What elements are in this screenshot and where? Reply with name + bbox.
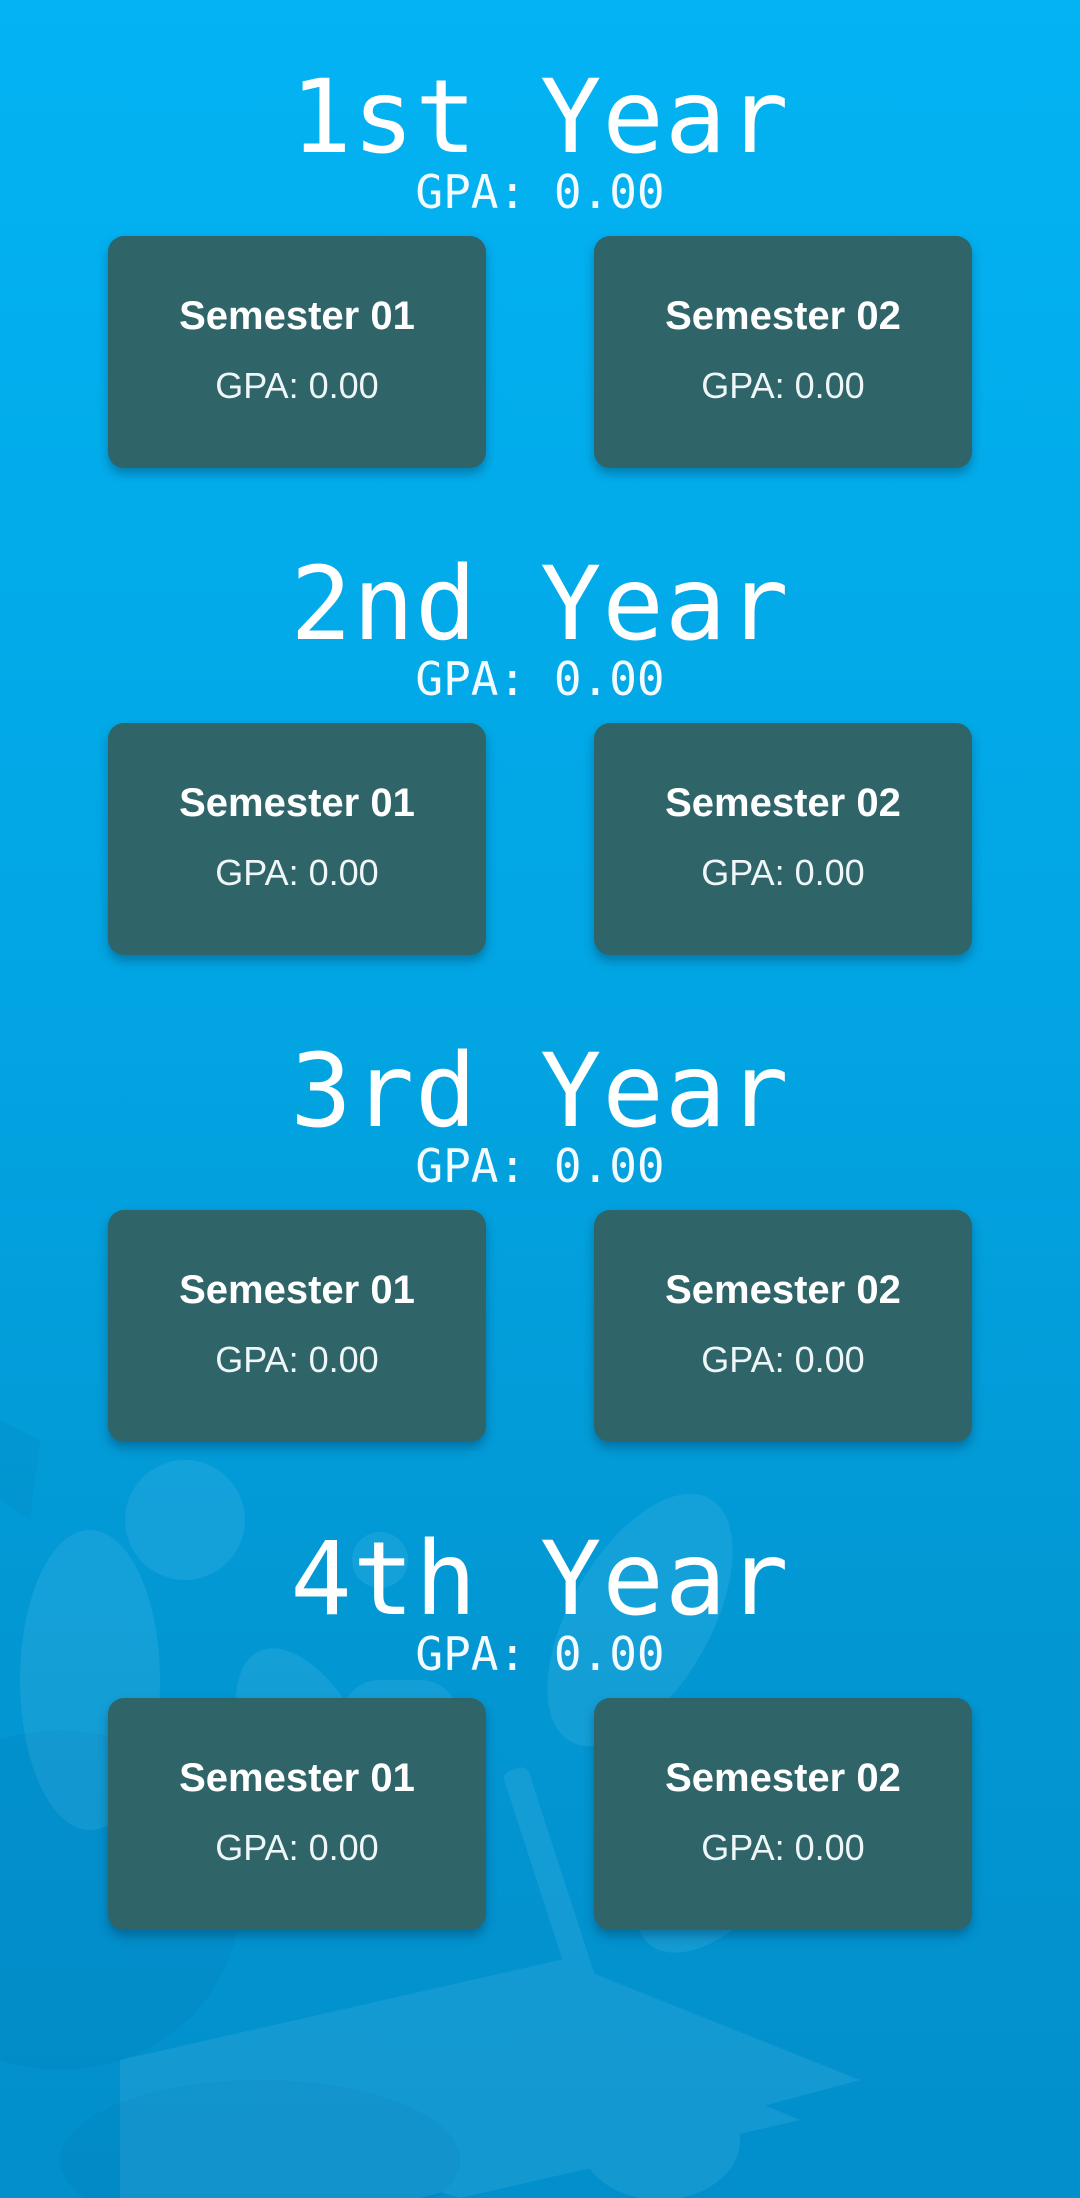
semester-card-4-2[interactable]: Semester 02 GPA: 0.00 (594, 1698, 972, 1930)
semester-gpa: GPA: 0.00 (701, 1339, 865, 1380)
semester-card-1-2[interactable]: Semester 02 GPA: 0.00 (594, 236, 972, 468)
semester-card-4-1[interactable]: Semester 01 GPA: 0.00 (108, 1698, 486, 1930)
year-title: 3rd Year (290, 1032, 790, 1151)
semester-title: Semester 01 (179, 781, 415, 825)
semester-card-1-1[interactable]: Semester 01 GPA: 0.00 (108, 236, 486, 468)
semester-gpa: GPA: 0.00 (215, 1827, 379, 1868)
year-section-4: 4th Year GPA: 0.00 Semester 01 GPA: 0.00… (0, 1520, 1080, 2000)
semester-gpa: GPA: 0.00 (215, 365, 379, 406)
semester-gpa: GPA: 0.00 (701, 1827, 865, 1868)
year-title: 4th Year (290, 1520, 790, 1639)
year-gpa: GPA: 0.00 (415, 652, 665, 706)
semester-title: Semester 01 (179, 1756, 415, 1800)
semester-card-2-2[interactable]: Semester 02 GPA: 0.00 (594, 723, 972, 955)
semester-gpa: GPA: 0.00 (215, 852, 379, 893)
semester-title: Semester 02 (665, 294, 901, 338)
year-section-3: 3rd Year GPA: 0.00 Semester 01 GPA: 0.00… (0, 1032, 1080, 1512)
semester-title: Semester 01 (179, 1268, 415, 1312)
year-title: 2nd Year (290, 545, 790, 664)
semester-title: Semester 02 (665, 1756, 901, 1800)
semester-gpa: GPA: 0.00 (701, 852, 865, 893)
year-gpa: GPA: 0.00 (415, 1627, 665, 1681)
semester-title: Semester 02 (665, 781, 901, 825)
year-gpa: GPA: 0.00 (415, 165, 665, 219)
year-section-1: 1st Year GPA: 0.00 Semester 01 GPA: 0.00… (0, 58, 1080, 538)
year-section-2: 2nd Year GPA: 0.00 Semester 01 GPA: 0.00… (0, 545, 1080, 1025)
semester-card-3-1[interactable]: Semester 01 GPA: 0.00 (108, 1210, 486, 1442)
year-title: 1st Year (290, 58, 790, 177)
semester-gpa: GPA: 0.00 (701, 365, 865, 406)
semester-card-2-1[interactable]: Semester 01 GPA: 0.00 (108, 723, 486, 955)
semester-title: Semester 02 (665, 1268, 901, 1312)
year-gpa: GPA: 0.00 (415, 1139, 665, 1193)
semester-card-3-2[interactable]: Semester 02 GPA: 0.00 (594, 1210, 972, 1442)
semester-title: Semester 01 (179, 294, 415, 338)
semester-gpa: GPA: 0.00 (215, 1339, 379, 1380)
